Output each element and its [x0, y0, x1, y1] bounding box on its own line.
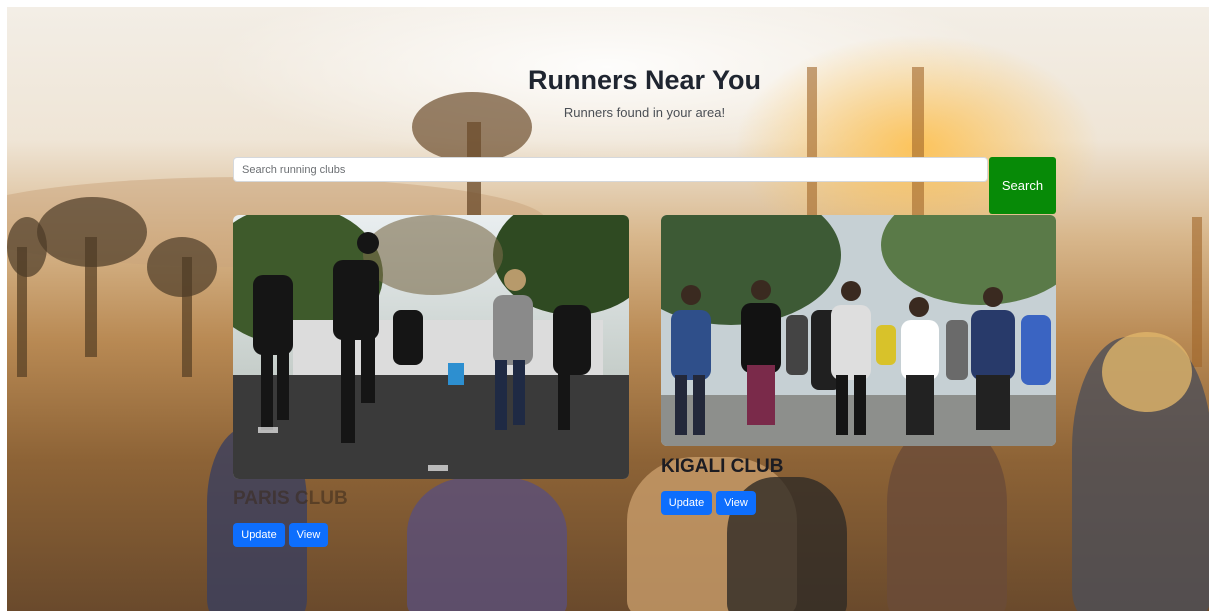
page-title: Runners Near You [527, 65, 762, 95]
group-running-photo [233, 215, 629, 479]
view-button[interactable]: View [716, 491, 756, 515]
page-subtitle: Runners found in your area! [563, 105, 726, 120]
page-header: Runners Near You Runners found in your a… [0, 65, 1209, 120]
club-card-image [233, 215, 629, 479]
search-input[interactable] [233, 157, 988, 182]
search-button[interactable]: Search [989, 157, 1056, 214]
club-card-title[interactable]: KIGALI CLUB [661, 456, 783, 478]
club-card-image [661, 215, 1056, 446]
update-button[interactable]: Update [661, 491, 712, 515]
update-button[interactable]: Update [233, 523, 285, 547]
crowd-walking-photo [661, 215, 1056, 446]
view-button[interactable]: View [289, 523, 328, 547]
club-card-title[interactable]: PARIS CLUB [233, 488, 348, 510]
